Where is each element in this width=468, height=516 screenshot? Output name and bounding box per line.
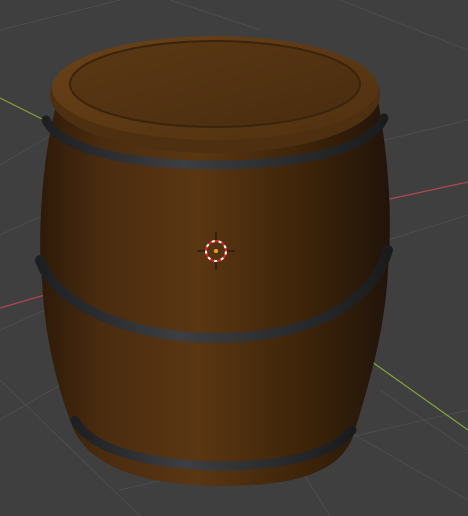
barrel-lid-inner <box>69 40 361 128</box>
3d-viewport[interactable] <box>0 0 468 516</box>
object-origin-dot <box>214 249 218 253</box>
x-axis-line-right <box>384 181 468 201</box>
barrel-body <box>40 100 390 486</box>
y-axis-line <box>0 97 49 123</box>
viewport-canvas <box>0 0 468 516</box>
